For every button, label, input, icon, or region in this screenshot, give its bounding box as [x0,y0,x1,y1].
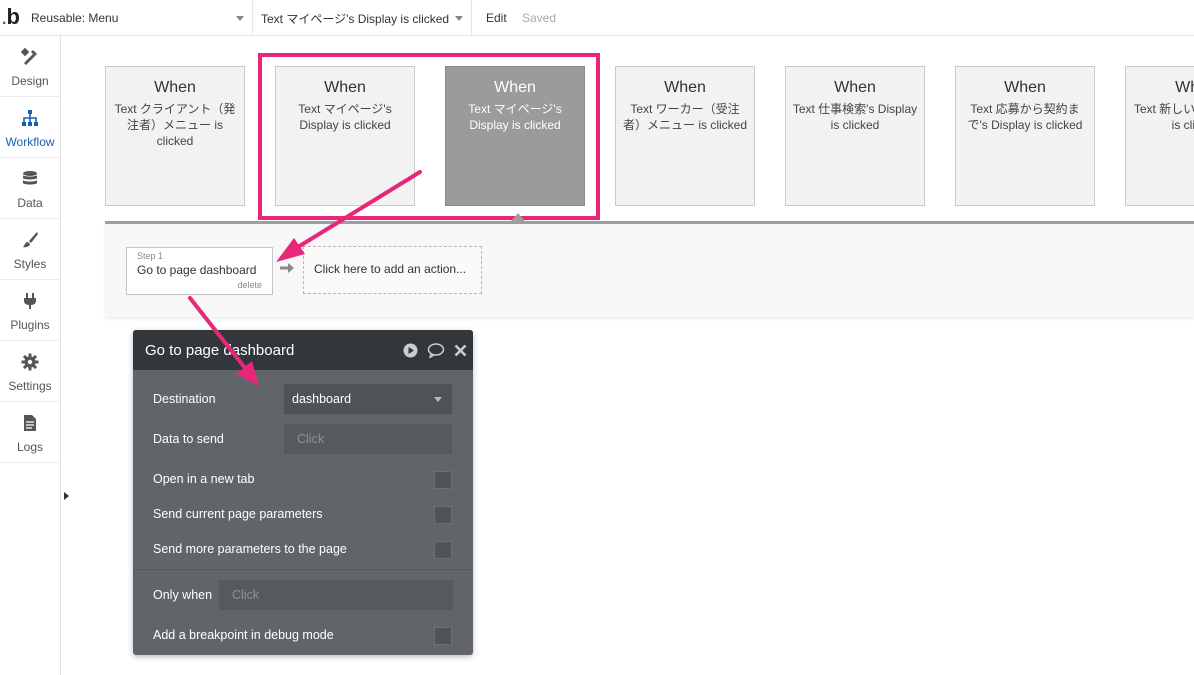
panel-title: Go to page dashboard [145,342,295,359]
destination-dropdown[interactable]: dashboard [284,384,452,414]
sidebar-item-logs[interactable]: Logs [0,402,60,463]
event-when: When [664,79,706,96]
event-when: When [834,79,876,96]
event-card[interactable]: When Text ワーカー（受注者）メニュー is clicked [615,66,755,206]
panel-header: Go to page dashboard [133,330,473,370]
chevron-down-icon [434,397,442,402]
panel-divider [133,569,473,570]
document-icon [24,415,36,431]
send-more-params-checkbox[interactable] [434,541,452,559]
gear-icon [21,353,39,371]
selected-pointer-icon [511,213,525,221]
event-text: Text 仕事検索's Display is clicked [792,102,918,132]
event-card[interactable]: When Text クライアント（発注者）メニュー is clicked [105,66,245,206]
plug-icon [24,293,36,309]
edit-menu[interactable]: Edit [486,11,507,25]
sidebar-item-plugins[interactable]: Plugins [0,280,60,341]
highlight-annotation-box [258,53,600,220]
sidebar-item-label: Settings [8,379,52,393]
step-1-box[interactable]: Step 1 Go to page dashboard delete [126,247,273,295]
event-selector-label: Text マイページ's Display is clicked [261,11,450,26]
data-to-send-input[interactable]: Click [284,424,452,454]
step-number: Step 1 [137,251,164,261]
comment-icon[interactable] [427,343,445,358]
breakpoint-label: Add a breakpoint in debug mode [153,628,334,642]
event-card[interactable]: When Text 新しい成's Display is clicked [1125,66,1194,206]
destination-value: dashboard [292,392,352,406]
event-card[interactable]: When Text 応募から契約まで's Display is clicked [955,66,1095,206]
event-when: When [1175,79,1194,96]
event-card[interactable]: When Text 仕事検索's Display is clicked [785,66,925,206]
sidebar-item-styles[interactable]: Styles [0,219,60,280]
event-when: When [154,79,196,96]
event-text: Text 新しい成's Display is clicked [1133,102,1194,132]
workflow-icon [22,110,38,126]
data-to-send-placeholder: Click [297,432,325,446]
event-text: Text ワーカー（受注者）メニュー is clicked [622,102,747,132]
close-icon[interactable] [454,343,467,358]
only-when-label: Only when [153,588,213,602]
play-icon[interactable] [403,343,418,358]
brush-icon [23,232,38,248]
add-action-button[interactable]: Click here to add an action... [303,246,482,294]
only-when-input[interactable]: Click [219,580,453,610]
chevron-down-icon [455,16,463,21]
design-icon [21,48,37,65]
open-new-tab-label: Open in a new tab [153,472,255,486]
top-bar: .b Reusable: Menu Text マイページ's Display i… [0,0,1194,36]
save-status: Saved [522,11,557,25]
collapse-panel-arrow-icon[interactable] [64,492,69,500]
left-sidebar: Design Workflow Data Styles Plugins Sett… [0,36,61,675]
breakpoint-checkbox[interactable] [434,627,452,645]
sidebar-item-settings[interactable]: Settings [0,341,60,402]
send-current-params-label: Send current page parameters [153,507,323,521]
sidebar-item-label: Logs [16,440,44,454]
destination-label: Destination [153,392,216,406]
page-selector-label: Reusable: Menu [31,11,119,25]
step-name: Go to page dashboard [137,263,257,277]
data-to-send-label: Data to send [153,432,224,446]
only-when-placeholder: Click [232,588,260,602]
event-selector[interactable]: Text マイページ's Display is clicked [253,0,472,36]
event-text: Text 応募から契約まで's Display is clicked [967,102,1083,132]
bubble-logo[interactable]: .b [2,6,24,30]
sidebar-item-label: Workflow [5,135,55,149]
database-icon [23,171,37,185]
sidebar-item-label: Plugins [10,318,50,332]
delete-step-link[interactable]: delete [237,280,262,290]
event-when: When [1004,79,1046,96]
sidebar-item-workflow[interactable]: Workflow [0,97,60,158]
chevron-down-icon [236,16,244,21]
open-new-tab-checkbox[interactable] [434,471,452,489]
event-text: Text クライアント（発注者）メニュー is clicked [114,102,236,148]
sidebar-item-data[interactable]: Data [0,158,60,219]
sidebar-item-label: Design [11,74,49,88]
arrow-right-icon [280,263,294,273]
sidebar-item-label: Data [17,196,43,210]
send-current-params-checkbox[interactable] [434,506,452,524]
send-more-params-label: Send more parameters to the page [153,542,347,556]
page-selector[interactable]: Reusable: Menu [25,0,253,36]
sidebar-item-design[interactable]: Design [0,36,60,97]
sidebar-item-label: Styles [13,257,47,271]
action-property-panel: Go to page dashboard Destination dashboa… [133,330,473,655]
